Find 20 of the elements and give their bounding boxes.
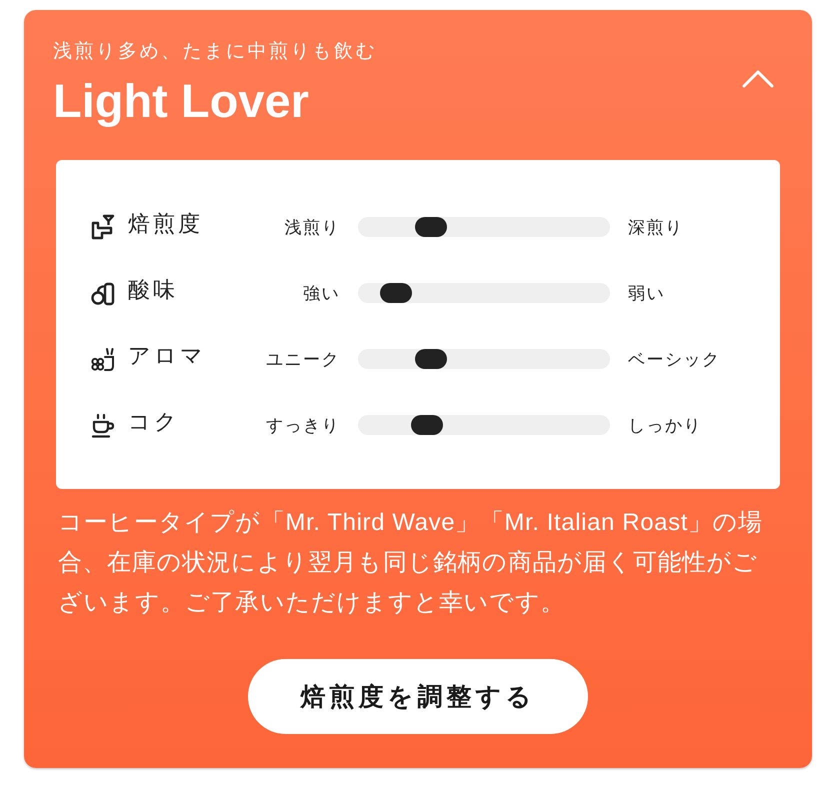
- scale-max-label: 深煎り: [628, 216, 684, 238]
- scale-min-label: 強い: [302, 282, 340, 304]
- attribute-label: 酸味: [128, 276, 179, 304]
- profile-title: Light Lover: [53, 74, 310, 128]
- scale-min-label: 浅煎り: [284, 216, 340, 238]
- profile-subtitle: 浅煎り多め、たまに中煎りも飲む: [53, 40, 377, 64]
- scale-max-label: しっかり: [628, 414, 702, 436]
- adjust-roast-button[interactable]: 焙煎度を調整する: [248, 659, 588, 734]
- flower-cup-icon: [90, 346, 116, 372]
- note-text: コーヒータイプが「Mr. Third Wave」「Mr. Italian Roast」の場合、在庫の状況により翌月も同じ銘柄の商品が届く可能性がございます。ご了承いただけますと幸いです。: [58, 508, 764, 618]
- scale-min-label: すっきり: [265, 414, 340, 436]
- cup-icon: [90, 412, 116, 438]
- scale-min-label: ユニーク: [265, 348, 340, 370]
- attribute-label: アロマ: [128, 342, 207, 370]
- fruit-icon: [90, 280, 116, 306]
- attribute-label: 焙煎度: [128, 210, 204, 238]
- scale-max-label: 弱い: [628, 282, 665, 304]
- scale-max-label: ベーシック: [628, 348, 720, 370]
- attribute-label: コク: [128, 408, 181, 436]
- machine-icon: [90, 214, 116, 240]
